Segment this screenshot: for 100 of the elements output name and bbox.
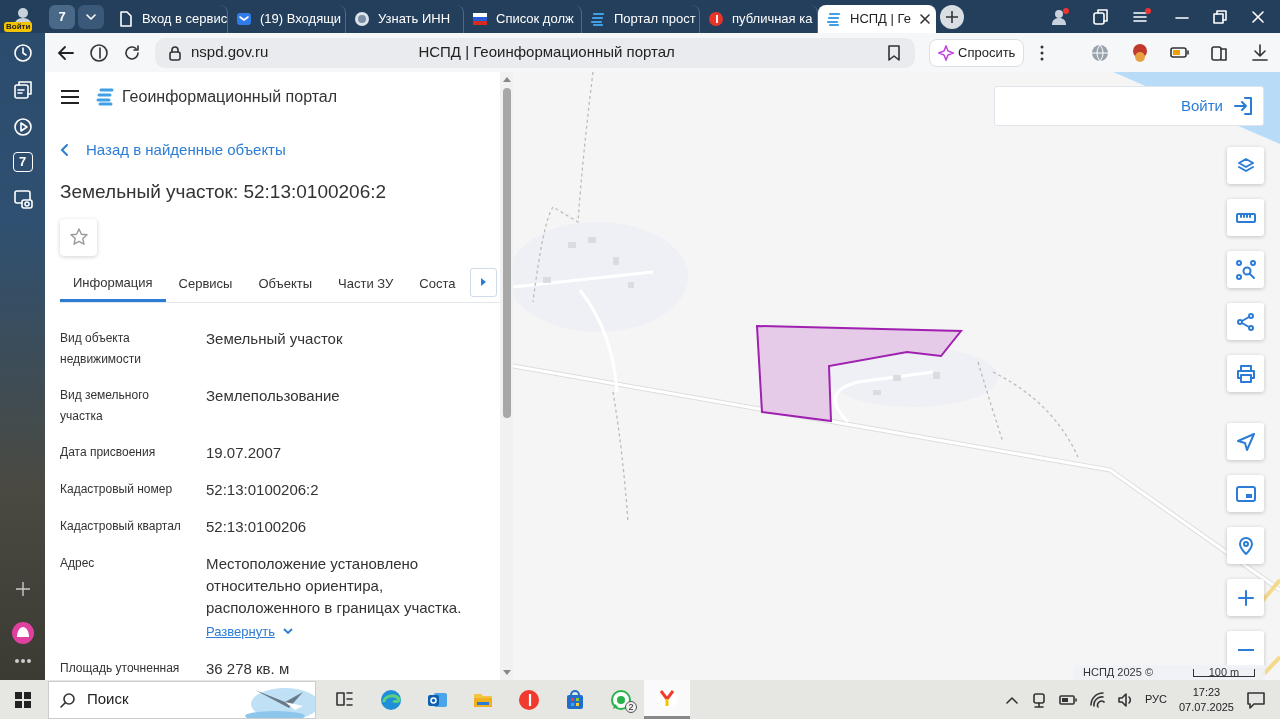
download-icon[interactable]: [1250, 42, 1270, 63]
map-control-button[interactable]: [1227, 199, 1264, 236]
field-label: Вид земельного участка: [60, 386, 150, 425]
scale-bar: 100 m: [1193, 668, 1255, 677]
caret-right-icon: [480, 277, 488, 287]
speaker-icon[interactable]: [1116, 691, 1133, 708]
taskbar-button[interactable]: [644, 680, 690, 719]
envelope-icon: [236, 11, 252, 27]
field-label: Кадастровый номер: [60, 480, 174, 498]
sign-in-icon: [1233, 96, 1253, 116]
assistant-icon[interactable]: [10, 621, 35, 645]
map-control-button[interactable]: [1227, 147, 1264, 184]
chat-bubble-icon: [610, 688, 632, 711]
field-value: 52:13:0100206:2: [206, 479, 320, 500]
browser-tab[interactable]: НСПД | Ге: [818, 5, 936, 33]
clock-icon[interactable]: [12, 43, 33, 63]
pages-icon[interactable]: [12, 80, 33, 100]
counter-badge[interactable]: 7: [12, 152, 33, 172]
search-field[interactable]: Поиск: [48, 680, 316, 719]
field-value: Земельный участок: [206, 328, 344, 349]
share-icon: [1235, 311, 1256, 332]
sparkle-icon: [938, 44, 954, 61]
tabs-dropdown-button[interactable]: [78, 4, 104, 29]
screenshot-icon[interactable]: [12, 189, 33, 209]
field-label: Адрес: [60, 554, 96, 572]
map-control-button[interactable]: [1227, 527, 1264, 564]
picture-in-picture-icon: [1235, 483, 1256, 504]
reload-icon[interactable]: [123, 43, 141, 62]
page-heading: Земельный участок: 52:13:0100206:2: [60, 180, 388, 204]
field-value: 52:13:0100206: [206, 516, 308, 537]
chevron-down-icon: [282, 628, 293, 635]
menu-icon[interactable]: [60, 89, 80, 105]
search-icon: [59, 691, 75, 708]
map-control-button[interactable]: [1227, 251, 1264, 288]
field-label: Дата присвоения: [60, 443, 157, 461]
circle-logo-icon: [708, 11, 724, 27]
tab-count-button[interactable]: 7: [49, 4, 75, 29]
emblem-icon: [354, 11, 370, 27]
field-label: Кадастровый квартал: [60, 517, 182, 535]
map-control-button[interactable]: [1227, 303, 1264, 340]
map-control-button[interactable]: [1227, 475, 1264, 512]
notification-icon[interactable]: [1246, 689, 1266, 710]
clock-time[interactable]: 17:23: [1178, 684, 1234, 700]
logo-icon: [590, 11, 606, 27]
back-link[interactable]: Назад в найденные объекты: [60, 122, 286, 178]
wifi-icon[interactable]: [1088, 691, 1105, 708]
taskbar-button[interactable]: 2: [598, 680, 644, 719]
tab[interactable]: Объекты: [245, 267, 326, 302]
print-icon: [1235, 363, 1256, 384]
scroll-tabs-button[interactable]: [470, 267, 498, 297]
star-icon: [68, 227, 89, 247]
area-search-icon: [1235, 259, 1256, 280]
back-icon[interactable]: [57, 43, 75, 62]
scroll-down-icon[interactable]: [502, 670, 511, 676]
swirl-icon: [380, 688, 402, 711]
restore-icon[interactable]: [1212, 8, 1228, 25]
zoom-out-icon: [1237, 648, 1254, 651]
logo-icon: [94, 87, 114, 107]
plus-icon: [945, 9, 959, 24]
tab[interactable]: Информация: [60, 267, 166, 302]
tab[interactable]: Соста: [406, 267, 469, 302]
zoom-in-icon: [1235, 587, 1256, 608]
profile-button[interactable]: Войти: [0, 0, 45, 33]
favorite-button[interactable]: [60, 218, 97, 256]
lock-icon: [167, 44, 183, 61]
ask-button[interactable]: Спросить: [929, 38, 1025, 67]
tab[interactable]: Сервисы: [165, 267, 246, 302]
map-control-button[interactable]: [1227, 579, 1264, 616]
language-indicator[interactable]: РУС: [1144, 691, 1167, 708]
close-icon[interactable]: [918, 13, 931, 25]
play-icon[interactable]: [12, 117, 33, 137]
field-value: 19.07.2007: [206, 442, 283, 463]
map-control-button[interactable]: [1227, 423, 1264, 460]
windows-icon[interactable]: [14, 690, 32, 709]
field-label: Вид объекта недвижимости: [60, 329, 142, 368]
extension-icon[interactable]: [1130, 42, 1150, 63]
login-button[interactable]: Войти: [994, 86, 1264, 126]
address-field[interactable]: nspd.gov.ru НСПД | Геоинформационный портал: [155, 37, 915, 68]
expand-link[interactable]: Развернуть: [206, 620, 293, 643]
scroll-up-icon[interactable]: [502, 76, 511, 82]
clock-date[interactable]: 07.07.2025: [1178, 699, 1234, 715]
field-value: Местоположение установлено относительно ориентира, расположенного в границах участка.: [206, 553, 463, 618]
attribution-text: НСПД 2025 ©: [1083, 665, 1153, 680]
logo-icon: [826, 11, 842, 27]
chevron-left-icon: [60, 143, 70, 157]
map-control-button[interactable]: [1227, 355, 1264, 392]
close-icon[interactable]: [1250, 8, 1266, 25]
flag-icon: [472, 11, 488, 27]
user-icon[interactable]: [1050, 7, 1070, 26]
copy-icon[interactable]: [1092, 7, 1110, 26]
new-tab-button[interactable]: [940, 4, 964, 29]
tab[interactable]: Части ЗУ: [325, 267, 407, 302]
document-icon: [118, 11, 134, 27]
scrollbar[interactable]: [500, 72, 513, 680]
app-title: Геоинформационный портал: [122, 87, 338, 107]
field-label: Площадь уточненная: [60, 659, 181, 677]
field-value: Землепользование: [206, 385, 341, 406]
field-value: 36 278 кв. м: [206, 658, 291, 679]
caret-icon: [85, 11, 97, 22]
bookmark-icon[interactable]: [885, 43, 903, 62]
